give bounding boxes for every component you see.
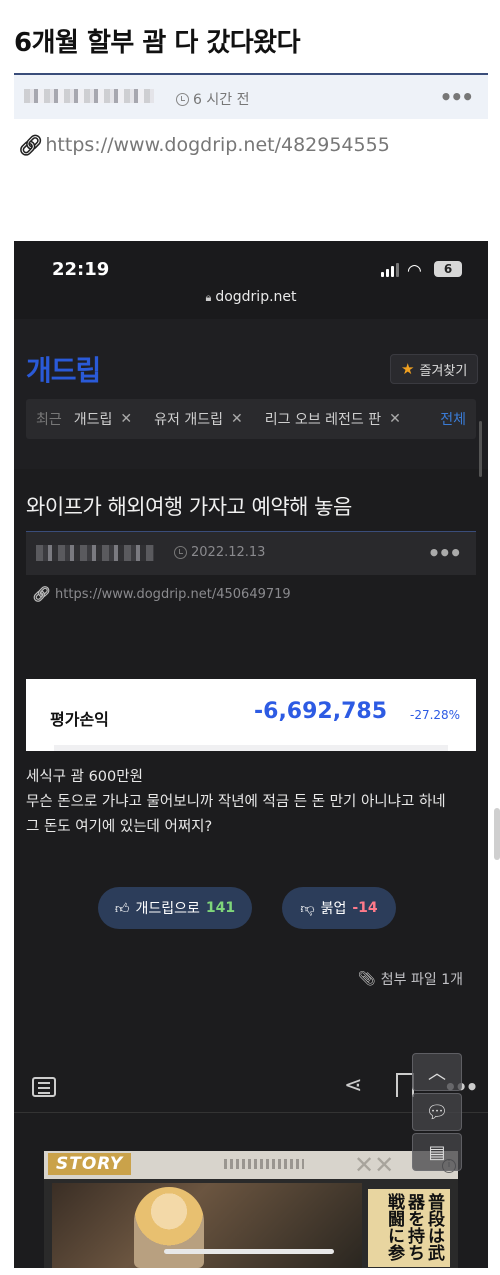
link-icon: 🔗︎ bbox=[18, 133, 44, 157]
chat-icon: 💬︎ bbox=[425, 1101, 449, 1123]
lock-icon: 🔒︎ bbox=[205, 291, 212, 304]
tab-lol[interactable]: 리그 오브 레전드 판 bbox=[265, 409, 381, 429]
tab-recent-label: 최근 bbox=[36, 412, 62, 428]
ad-blurred-text bbox=[224, 1159, 304, 1169]
embedded-screenshot: 22:19 ◠ 6 🔒︎ dogdrip.net 개드립 ★ 즐겨찾기 최근 개드… bbox=[14, 241, 488, 1268]
bookmark-button[interactable]: ★ 즐겨찾기 bbox=[390, 354, 479, 384]
upvote-label: 개드립으로 bbox=[135, 901, 200, 917]
ad-logo: ✕✕ bbox=[354, 1151, 395, 1179]
article-meta-bar: 2022.12.13 ••• bbox=[26, 531, 476, 575]
star-icon: ★ bbox=[401, 360, 415, 378]
bookmark-label: 즐겨찾기 bbox=[419, 363, 468, 379]
profit-loss-card: 평가손익 -6,692,785 -27.28% bbox=[26, 679, 476, 751]
share-icon[interactable]: ⋖ bbox=[344, 1073, 362, 1098]
document-icon: ▤ bbox=[428, 1141, 446, 1163]
status-time: 22:19 bbox=[52, 259, 110, 280]
post-title: 6개월 할부 괌 다 갔다왔다 bbox=[14, 28, 301, 58]
signal-icon bbox=[381, 263, 401, 277]
body-line: 세식구 괌 600만원 bbox=[26, 769, 143, 785]
site-header: 개드립 ★ 즐겨찾기 최근 개드립 ✕ 유저 개드립 ✕ 리그 오브 레전드 판… bbox=[14, 319, 488, 477]
clock-icon bbox=[176, 92, 189, 106]
pl-percent: -27.28% bbox=[410, 708, 461, 722]
upvote-count: 141 bbox=[205, 900, 236, 916]
comments-button[interactable]: 💬︎ bbox=[412, 1093, 462, 1131]
more-options-icon[interactable]: ••• bbox=[440, 85, 474, 109]
document-button[interactable]: ▤ bbox=[412, 1133, 462, 1171]
list-icon[interactable] bbox=[32, 1077, 56, 1097]
article-link-url[interactable]: https://www.dogdrip.net/450649719 bbox=[55, 587, 291, 602]
close-icon[interactable]: ✕ bbox=[231, 411, 243, 427]
scroll-top-button[interactable]: ︿ bbox=[412, 1053, 462, 1091]
clock-icon bbox=[174, 546, 187, 559]
source-link-url[interactable]: https://www.dogdrip.net/482954555 bbox=[45, 134, 389, 156]
pl-label: 평가손익 bbox=[50, 710, 109, 729]
pl-value: -6,692,785 bbox=[254, 699, 387, 724]
ad-story-label: STORY bbox=[48, 1153, 132, 1175]
more-options-icon[interactable]: ••• bbox=[428, 541, 462, 565]
downvote-count: -14 bbox=[352, 900, 378, 916]
status-bar: 22:19 ◠ 6 🔒︎ dogdrip.net bbox=[14, 241, 488, 319]
link-icon: 🔗︎ bbox=[32, 585, 52, 603]
downvote-button[interactable]: 👎︎ 붉업 -14 bbox=[282, 887, 396, 929]
post-time-text: 6 시간 전 bbox=[193, 92, 250, 108]
source-link[interactable]: 🔗︎ https://www.dogdrip.net/482954555 bbox=[18, 133, 390, 157]
close-icon[interactable]: ✕ bbox=[120, 411, 132, 427]
author-name-blurred[interactable] bbox=[24, 89, 154, 103]
tab-all[interactable]: 전체 bbox=[440, 409, 466, 429]
article-author-blurred[interactable] bbox=[36, 545, 154, 561]
site-logo[interactable]: 개드립 bbox=[26, 349, 101, 389]
recent-tabs: 최근 개드립 ✕ 유저 개드립 ✕ 리그 오브 레전드 판 ✕ 전체 bbox=[26, 399, 476, 439]
ad-header-strip: STORY ✕✕ i bbox=[44, 1151, 458, 1179]
battery-icon: 6 bbox=[434, 261, 462, 277]
attachment-link[interactable]: 📎︎ 첨부 파일 1개 bbox=[358, 969, 463, 989]
close-icon[interactable]: ✕ bbox=[389, 411, 401, 427]
tab-user-gaedrip[interactable]: 유저 개드립 bbox=[154, 409, 223, 429]
body-line: 그 돈도 여기에 있는데 어쩌지? bbox=[26, 819, 213, 835]
article-title: 와이프가 해외여행 가자고 예약해 놓음 bbox=[26, 495, 352, 519]
chevron-up-icon: ︿ bbox=[428, 1063, 446, 1084]
page-scrollbar[interactable] bbox=[494, 808, 500, 860]
thumbs-up-icon: 👍︎ bbox=[114, 900, 130, 917]
article-date: 2022.12.13 bbox=[174, 545, 265, 560]
scrollbar[interactable] bbox=[479, 421, 482, 477]
article-link[interactable]: 🔗︎ https://www.dogdrip.net/450649719 bbox=[32, 585, 291, 603]
wifi-icon: ◠ bbox=[407, 261, 422, 281]
ad-character-image bbox=[134, 1187, 204, 1268]
url-bar[interactable]: 🔒︎ dogdrip.net bbox=[14, 289, 488, 305]
tab-gaedrip[interactable]: 개드립 bbox=[74, 409, 113, 429]
ad-background-image bbox=[52, 1183, 362, 1268]
thumbs-down-icon: 👎︎ bbox=[300, 900, 315, 917]
body-line: 무슨 돈으로 가냐고 물어보니까 작년에 적금 든 돈 만기 아니냐고 하네 bbox=[26, 794, 446, 810]
post-time: 6 시간 전 bbox=[176, 89, 249, 109]
ad-caption: 普段は武器を持ち戦闘に参 bbox=[368, 1189, 450, 1267]
url-text: dogdrip.net bbox=[215, 289, 297, 305]
home-indicator bbox=[164, 1249, 334, 1254]
downvote-label: 붉업 bbox=[320, 901, 347, 917]
article-date-text: 2022.12.13 bbox=[191, 545, 266, 560]
paperclip-icon: 📎︎ bbox=[358, 971, 376, 987]
attachment-label: 첨부 파일 1개 bbox=[380, 972, 463, 988]
upvote-button[interactable]: 👍︎ 개드립으로 141 bbox=[98, 887, 252, 929]
article-body: 세식구 괌 600만원 무슨 돈으로 가냐고 물어보니까 작년에 적금 든 돈 … bbox=[26, 765, 478, 840]
post-meta-bar: 6 시간 전 ••• bbox=[14, 73, 488, 119]
